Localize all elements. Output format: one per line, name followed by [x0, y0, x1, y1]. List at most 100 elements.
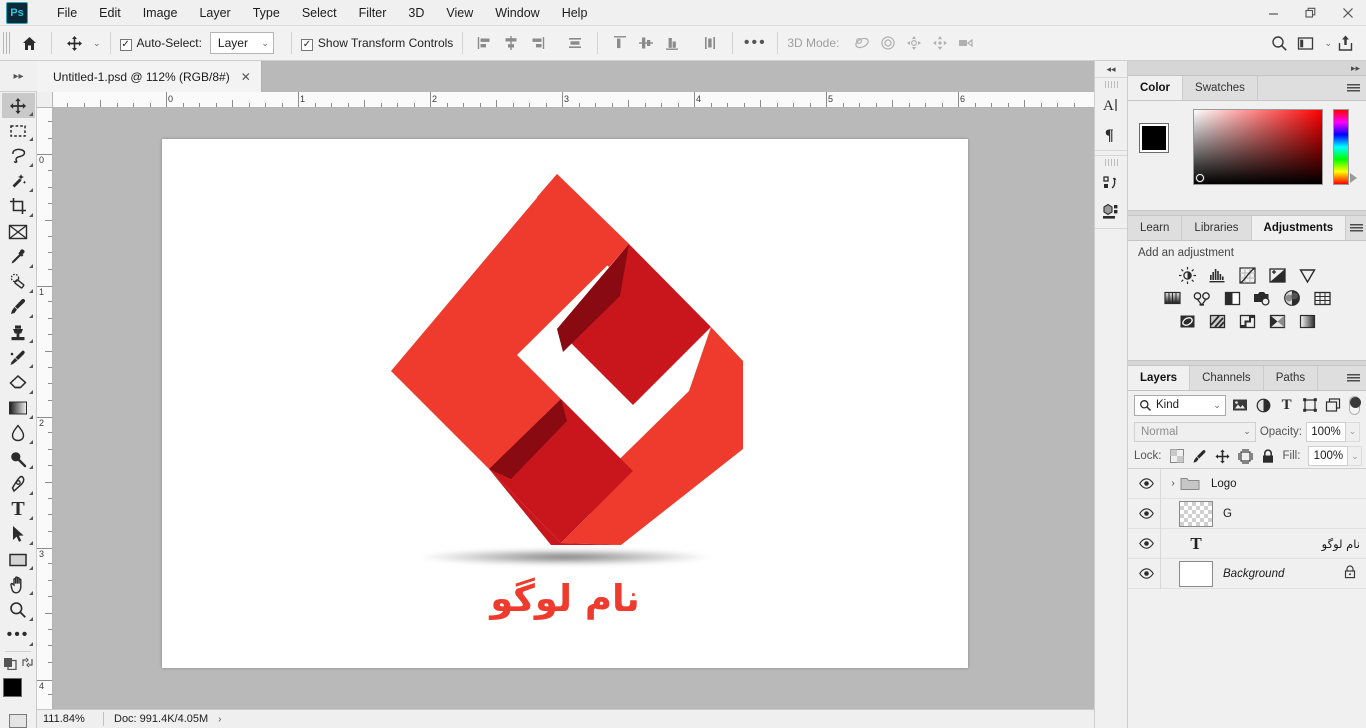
move-tool-icon[interactable]	[61, 30, 87, 56]
type-filter-icon[interactable]: T	[1278, 395, 1295, 415]
dodge-tool[interactable]	[2, 446, 35, 471]
rectangle-tool[interactable]	[2, 547, 35, 572]
move-tool[interactable]	[1, 93, 35, 119]
actions-panel-icon[interactable]	[1095, 168, 1127, 197]
menu-layer[interactable]: Layer	[188, 1, 241, 25]
quick-mask-toggle-icon[interactable]	[3, 656, 19, 673]
table-row[interactable]: T نام لوگو	[1128, 528, 1366, 559]
slide-3d-icon[interactable]	[927, 30, 953, 56]
lock-transparent-pixels-icon[interactable]	[1169, 448, 1184, 464]
edit-toolbar-button[interactable]: •••	[2, 623, 35, 648]
menu-window[interactable]: Window	[484, 1, 550, 25]
pen-tool[interactable]	[2, 471, 35, 496]
color-panel-menu-button[interactable]	[1340, 76, 1366, 100]
eyedropper-tool[interactable]	[2, 244, 35, 269]
distribute-horizontally-icon[interactable]	[562, 30, 588, 56]
character-panel-icon[interactable]: A	[1095, 90, 1127, 119]
options-bar-grip[interactable]	[3, 32, 12, 54]
dock-collapse-button[interactable]: ▸▸	[1128, 61, 1366, 75]
black-white-icon[interactable]	[1222, 288, 1242, 308]
pan-3d-icon[interactable]	[901, 30, 927, 56]
layer-thumbnail[interactable]	[1179, 560, 1213, 587]
eraser-tool[interactable]	[2, 370, 35, 395]
orbit-3d-icon[interactable]	[849, 30, 875, 56]
selective-color-icon[interactable]	[1297, 311, 1317, 331]
blend-mode-dropdown[interactable]: Normal ⌄	[1134, 421, 1256, 442]
layers-panel-menu-button[interactable]	[1340, 366, 1366, 390]
menu-file[interactable]: File	[46, 1, 88, 25]
layer-visibility-toggle[interactable]	[1132, 478, 1160, 489]
auto-select-scope-dropdown[interactable]: Layer ⌄	[209, 32, 274, 54]
frame-tool[interactable]	[2, 219, 35, 244]
search-icon[interactable]	[1266, 30, 1292, 56]
zoom-tool[interactable]	[2, 597, 35, 622]
minimize-button[interactable]	[1255, 0, 1292, 26]
rail-collapse-button[interactable]: ◂◂	[1095, 61, 1127, 77]
foreground-background-color-swatches[interactable]	[3, 678, 34, 710]
move-tool-chevron-down-icon[interactable]: ⌄	[93, 38, 101, 49]
menu-image[interactable]: Image	[132, 1, 189, 25]
show-transform-controls-checkbox[interactable]: Show Transform Controls	[300, 36, 453, 51]
table-row[interactable]: › Logo	[1128, 468, 1366, 499]
color-field[interactable]	[1192, 108, 1323, 185]
restore-button[interactable]	[1292, 0, 1329, 26]
lock-artboard-icon[interactable]	[1237, 448, 1253, 464]
color-panel-foreground-swatch[interactable]	[1139, 122, 1169, 153]
workspace-chevron-down-icon[interactable]: ⌄	[1324, 38, 1332, 49]
tab-learn[interactable]: Learn	[1128, 216, 1183, 240]
gradient-map-icon[interactable]	[1267, 311, 1287, 331]
actions-group-grip[interactable]	[1104, 159, 1118, 166]
menu-type[interactable]: Type	[242, 1, 291, 25]
align-horizontal-centers-icon[interactable]	[498, 30, 524, 56]
share-icon[interactable]	[1332, 30, 1358, 56]
align-right-edges-icon[interactable]	[524, 30, 550, 56]
paragraph-panel-icon[interactable]: ¶	[1095, 119, 1127, 148]
layer-name[interactable]: Logo	[1211, 478, 1366, 490]
clone-stamp-tool[interactable]	[2, 320, 35, 345]
fill-chevron-down-icon[interactable]: ⌄	[1348, 446, 1363, 466]
smart-object-filter-icon[interactable]	[1324, 395, 1341, 415]
color-lookup-icon[interactable]	[1312, 288, 1332, 308]
history-brush-tool[interactable]	[2, 345, 35, 370]
align-bottom-edges-icon[interactable]	[659, 30, 685, 56]
path-selection-tool[interactable]	[2, 522, 35, 547]
menu-edit[interactable]: Edit	[88, 1, 132, 25]
layer-visibility-toggle[interactable]	[1132, 568, 1160, 579]
tab-color[interactable]: Color	[1128, 76, 1184, 100]
brush-tool[interactable]	[2, 295, 35, 320]
tab-layers[interactable]: Layers	[1128, 366, 1191, 390]
object-selection-tool[interactable]	[2, 169, 35, 194]
fill-value-field[interactable]: 100%	[1308, 446, 1349, 466]
horizontal-type-tool[interactable]: T	[2, 497, 35, 522]
photo-filter-icon[interactable]	[1252, 288, 1272, 308]
rectangular-marquee-tool[interactable]	[2, 118, 35, 143]
tab-libraries[interactable]: Libraries	[1182, 216, 1252, 240]
opacity-value-field[interactable]: 100%	[1306, 421, 1346, 442]
layer-name[interactable]: G	[1223, 508, 1366, 520]
table-row[interactable]: Background	[1128, 558, 1366, 589]
swap-colors-icon[interactable]	[21, 656, 34, 672]
hue-slider-handle[interactable]	[1349, 109, 1358, 185]
left-dock-collapse[interactable]: ▸▸	[0, 61, 37, 92]
quick-mask-mode-button[interactable]	[9, 714, 27, 728]
more-options-button[interactable]: •••	[742, 30, 768, 56]
menu-3d[interactable]: 3D	[397, 1, 435, 25]
align-left-edges-icon[interactable]	[472, 30, 498, 56]
tab-channels[interactable]: Channels	[1190, 366, 1264, 390]
menu-filter[interactable]: Filter	[348, 1, 398, 25]
curves-icon[interactable]	[1237, 265, 1257, 285]
opacity-chevron-down-icon[interactable]: ⌄	[1346, 421, 1360, 442]
gradient-tool[interactable]	[2, 396, 35, 421]
roll-3d-icon[interactable]	[875, 30, 901, 56]
tab-paths[interactable]: Paths	[1264, 366, 1319, 390]
lock-all-icon[interactable]	[1261, 448, 1275, 464]
document-canvas[interactable]: نام لوگو	[162, 139, 968, 668]
layer-thumbnail[interactable]	[1179, 500, 1213, 527]
auto-select-checkbox[interactable]: Auto-Select:	[119, 36, 202, 51]
adjustments-panel-menu-button[interactable]	[1346, 216, 1366, 240]
home-icon[interactable]	[16, 30, 42, 56]
layer-filter-kind-dropdown[interactable]: Kind ⌄	[1134, 394, 1226, 416]
invert-icon[interactable]	[1177, 311, 1197, 331]
layer-visibility-toggle[interactable]	[1132, 538, 1160, 549]
canvas-viewport[interactable]: نام لوگو	[53, 108, 1094, 709]
